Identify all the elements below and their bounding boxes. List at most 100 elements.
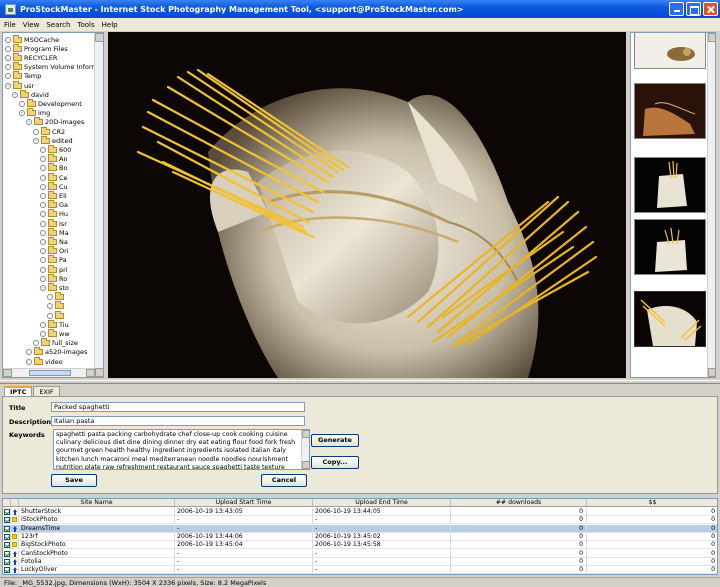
expand-toggle-icon[interactable] <box>33 128 39 135</box>
tree-node[interactable]: Isr <box>40 218 67 228</box>
row-checkbox[interactable] <box>3 541 11 550</box>
tree-node[interactable]: Development <box>19 98 82 108</box>
expand-toggle-icon[interactable] <box>40 146 46 153</box>
header-upload-end[interactable]: Upload End Time <box>313 499 451 506</box>
row-checkbox[interactable] <box>3 508 11 516</box>
expand-toggle-icon[interactable] <box>26 358 32 365</box>
expand-toggle-icon[interactable] <box>40 183 46 190</box>
header-earnings[interactable]: $$ <box>587 499 717 506</box>
keywords-scrollbar[interactable] <box>301 430 309 469</box>
thumbnail-5-selected[interactable] <box>634 291 706 347</box>
tree-node[interactable]: - usr <box>5 80 34 90</box>
minimize-button[interactable] <box>669 2 684 16</box>
scroll-up-arrow[interactable] <box>95 33 103 42</box>
tree-node[interactable]: RECYCLER <box>5 52 57 62</box>
keywords-textarea[interactable]: spaghetti pasta packing carbohydrate che… <box>53 429 310 470</box>
checkbox-checked-icon[interactable] <box>4 567 10 574</box>
table-row[interactable]: CanStockPhoto - -0 0 <box>3 549 717 558</box>
table-row[interactable]: iStockPhoto - -0 0 <box>3 516 717 525</box>
tree-node[interactable] <box>47 292 66 302</box>
expand-toggle-icon[interactable] <box>40 266 46 273</box>
thumbnail-3[interactable] <box>634 157 706 213</box>
tree-node[interactable]: Pa <box>40 255 67 265</box>
thumbnail-2[interactable] <box>634 83 706 139</box>
menu-tools[interactable]: Tools <box>77 21 94 29</box>
table-row[interactable]: LuckyOliver - -0 0 <box>3 566 717 574</box>
header-downloads[interactable]: ## downloads <box>451 499 587 506</box>
tree-node[interactable]: An <box>40 154 68 164</box>
row-checkbox[interactable] <box>3 532 11 541</box>
expand-toggle-icon[interactable] <box>5 54 11 61</box>
save-button[interactable]: Save <box>51 474 97 487</box>
row-checkbox[interactable] <box>3 516 11 525</box>
tree-node[interactable]: 600 <box>40 144 71 154</box>
menu-help[interactable]: Help <box>102 21 118 29</box>
scroll-left-arrow[interactable] <box>3 369 12 377</box>
row-checkbox[interactable] <box>3 524 11 533</box>
expand-toggle-icon[interactable] <box>40 174 46 181</box>
tree-node[interactable]: Eli <box>40 190 67 200</box>
close-button[interactable] <box>703 2 718 16</box>
expand-toggle-icon[interactable] <box>40 229 46 236</box>
collapse-toggle-icon[interactable]: - <box>26 119 32 126</box>
thumbnail-scrollbar[interactable] <box>707 33 715 377</box>
tree-node[interactable]: - david <box>12 89 49 99</box>
tree-node[interactable]: - edited <box>33 135 73 145</box>
splitter[interactable] <box>0 380 720 384</box>
generate-button[interactable]: Generate <box>311 434 359 447</box>
tree-node[interactable]: MSOCache <box>5 34 59 44</box>
expand-toggle-icon[interactable] <box>5 64 11 71</box>
checkbox-checked-icon[interactable] <box>4 509 10 515</box>
upload-status-table[interactable]: Site Name Upload Start Time Upload End T… <box>2 498 718 575</box>
table-row[interactable]: 123rf 2006-10-19 13:44:06 2006-10-19 13:45… <box>3 532 717 541</box>
checkbox-checked-icon[interactable] <box>4 517 10 524</box>
menu-view[interactable]: View <box>23 21 40 29</box>
expand-toggle-icon[interactable] <box>47 312 53 319</box>
tree-node[interactable]: pri <box>40 264 68 274</box>
header-site-name[interactable]: Site Name <box>19 499 175 506</box>
expand-toggle-icon[interactable] <box>26 349 32 356</box>
checkbox-checked-icon[interactable] <box>4 558 10 565</box>
tree-node[interactable]: full_size <box>33 338 78 348</box>
tree-node[interactable]: Temp <box>5 71 41 81</box>
row-checkbox[interactable] <box>3 557 11 566</box>
scroll-right-arrow[interactable] <box>86 369 95 377</box>
tree-node[interactable]: - sto <box>40 282 69 292</box>
scroll-thumb[interactable] <box>29 370 71 376</box>
collapse-toggle-icon[interactable]: - <box>12 91 18 98</box>
cancel-button[interactable]: Cancel <box>261 474 307 487</box>
thumbnail-1[interactable] <box>634 33 706 69</box>
expand-toggle-icon[interactable] <box>40 330 46 337</box>
checkbox-checked-icon[interactable] <box>4 533 10 540</box>
tree-node[interactable]: Tiu <box>40 319 69 329</box>
tree-vertical-scrollbar[interactable] <box>94 33 103 377</box>
expand-toggle-icon[interactable] <box>40 156 46 163</box>
scroll-down-arrow[interactable] <box>95 368 103 377</box>
tree-horizontal-scrollbar[interactable] <box>3 368 95 377</box>
tree-node[interactable]: System Volume Information <box>5 62 95 72</box>
expand-toggle-icon[interactable] <box>47 303 53 310</box>
thumbnail-4[interactable] <box>634 219 706 275</box>
collapse-toggle-icon[interactable]: - <box>19 110 25 117</box>
row-checkbox[interactable] <box>3 549 11 558</box>
checkbox-checked-icon[interactable] <box>4 542 10 549</box>
scroll-up-arrow[interactable] <box>708 33 715 42</box>
scroll-down-arrow[interactable] <box>302 461 309 469</box>
copy-button[interactable]: Copy... <box>311 456 359 469</box>
tree-node[interactable]: Bo <box>40 163 67 173</box>
expand-toggle-icon[interactable] <box>40 257 46 264</box>
folder-tree[interactable]: MSOCache Program Files RECYCLER System Volu… <box>2 32 104 378</box>
expand-toggle-icon[interactable] <box>5 36 11 43</box>
maximize-button[interactable] <box>686 2 701 16</box>
checkbox-checked-icon[interactable] <box>4 525 10 532</box>
table-row[interactable]: ShutterStock 2006-10-19 13:43:05 2006-10-1… <box>3 508 717 516</box>
expand-toggle-icon[interactable] <box>40 202 46 209</box>
tree-node[interactable]: - img <box>19 108 50 118</box>
header-upload-start[interactable]: Upload Start Time <box>175 499 313 506</box>
expand-toggle-icon[interactable] <box>40 220 46 227</box>
scroll-up-arrow[interactable] <box>302 430 309 438</box>
menu-search[interactable]: Search <box>46 21 70 29</box>
tree-node[interactable]: CR2 <box>33 126 65 136</box>
tree-node[interactable]: Ro <box>40 273 67 283</box>
expand-toggle-icon[interactable] <box>40 192 46 199</box>
